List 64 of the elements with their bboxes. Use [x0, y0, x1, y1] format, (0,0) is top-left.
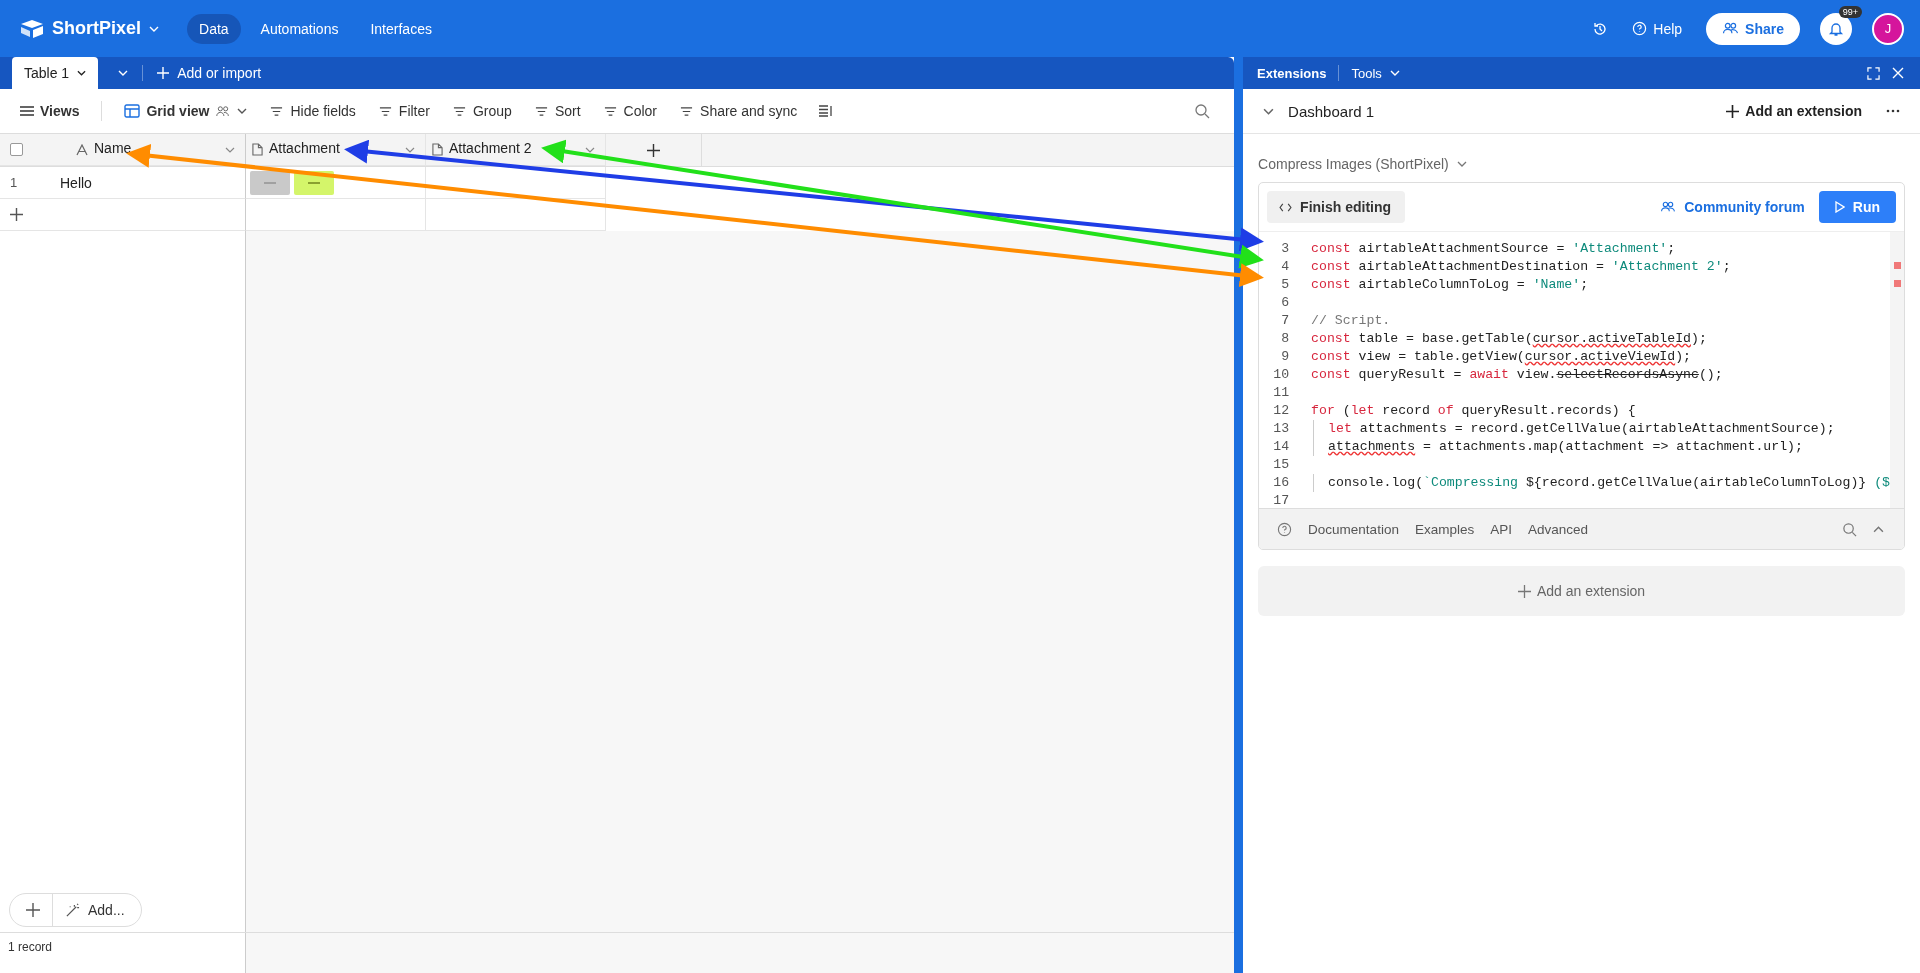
- code-line: // Script.: [1311, 312, 1391, 330]
- line-number: 9: [1280, 348, 1291, 366]
- line-number: 13: [1272, 420, 1291, 438]
- extension-title[interactable]: Compress Images (ShortPixel): [1258, 150, 1905, 182]
- line-number: 3: [1280, 240, 1291, 258]
- views-button[interactable]: Views: [20, 103, 80, 119]
- toolbar-button[interactable]: Color: [602, 103, 658, 119]
- toolbar-button[interactable]: Share and sync: [679, 103, 798, 119]
- add-button[interactable]: Add...: [65, 902, 125, 918]
- add-extension-button[interactable]: Add an extension: [1258, 566, 1905, 616]
- footer-link[interactable]: API: [1490, 521, 1512, 537]
- footer-link[interactable]: Examples: [1414, 521, 1475, 537]
- nav-tab[interactable]: Data: [187, 13, 241, 44]
- line-number: 15: [1272, 456, 1291, 474]
- record-count: 1 record: [8, 940, 53, 954]
- line-number: 16: [1272, 474, 1291, 492]
- toolbar-button[interactable]: Sort: [533, 103, 581, 119]
- grid-view-button[interactable]: Grid view: [124, 103, 248, 119]
- code-line: const airtableAttachmentDestination = 'Attachment 2';: [1311, 258, 1731, 276]
- finish-editing-button[interactable]: Finish editing: [1267, 191, 1406, 223]
- code-line: const airtableColumnToLog = 'Name';: [1311, 276, 1589, 294]
- row-number: 1: [10, 175, 18, 190]
- add-extension-button[interactable]: Add an extension: [1726, 103, 1862, 119]
- add-or-import-button[interactable]: Add or import: [157, 57, 262, 89]
- line-number: 14: [1272, 438, 1291, 456]
- run-button[interactable]: Run: [1818, 191, 1896, 223]
- code-line: for (let record of queryResult.records) {: [1311, 402, 1636, 420]
- dashboard-title[interactable]: Dashboard 1: [1288, 102, 1374, 120]
- code-line: let attachments = record.getCellValue(airtableAttachmentSource);: [1313, 420, 1835, 438]
- line-number: 7: [1280, 312, 1291, 330]
- notification-count: 99+: [1838, 5, 1862, 18]
- code-line: console.log(`Compressing ${record.getCellValue(airtableColumnToLog)} ($: [1313, 474, 1890, 492]
- footer-link[interactable]: Documentation: [1308, 521, 1399, 537]
- line-number: 8: [1280, 330, 1291, 348]
- line-number: 4: [1280, 258, 1291, 276]
- line-number: 6: [1280, 294, 1291, 312]
- line-number: 5: [1280, 276, 1291, 294]
- tools-menu[interactable]: Tools: [1351, 65, 1400, 81]
- nav-tab[interactable]: Automations: [248, 13, 351, 44]
- column-header[interactable]: Attachment 2: [426, 134, 606, 166]
- column-header[interactable]: Attachment: [246, 134, 426, 166]
- nav-tab[interactable]: Interfaces: [358, 13, 444, 44]
- line-number: 10: [1272, 366, 1291, 384]
- code-line: attachments = attachments.map(attachment => attachment.url);: [1313, 438, 1803, 456]
- base-name[interactable]: ShortPixel: [52, 18, 142, 39]
- line-number: 11: [1272, 384, 1291, 402]
- code-line: const queryResult = await view.selectRecordsAsync();: [1311, 366, 1723, 384]
- toolbar-button[interactable]: Group: [451, 103, 512, 119]
- column-header[interactable]: Name: [60, 134, 246, 166]
- code-line: const table = base.getTable(cursor.activeTableId);: [1311, 330, 1707, 348]
- line-number: 12: [1272, 402, 1291, 420]
- toolbar-button[interactable]: Filter: [377, 103, 430, 119]
- toolbar-button[interactable]: Hide fields: [269, 103, 356, 119]
- help-button[interactable]: Help: [1632, 20, 1683, 37]
- share-button[interactable]: Share: [1706, 12, 1800, 45]
- footer-link[interactable]: Advanced: [1527, 521, 1588, 537]
- code-line: const airtableAttachmentSource = 'Attachment';: [1311, 240, 1676, 258]
- user-avatar[interactable]: J: [1872, 12, 1904, 45]
- community-forum-link[interactable]: Community forum: [1660, 199, 1805, 215]
- line-number: 17: [1272, 492, 1291, 508]
- table-tab[interactable]: Table 1: [12, 57, 99, 89]
- extensions-tab[interactable]: Extensions: [1257, 65, 1327, 81]
- code-line: const view = table.getView(cursor.activeViewId);: [1311, 348, 1691, 366]
- table-cell: Hello: [60, 174, 92, 191]
